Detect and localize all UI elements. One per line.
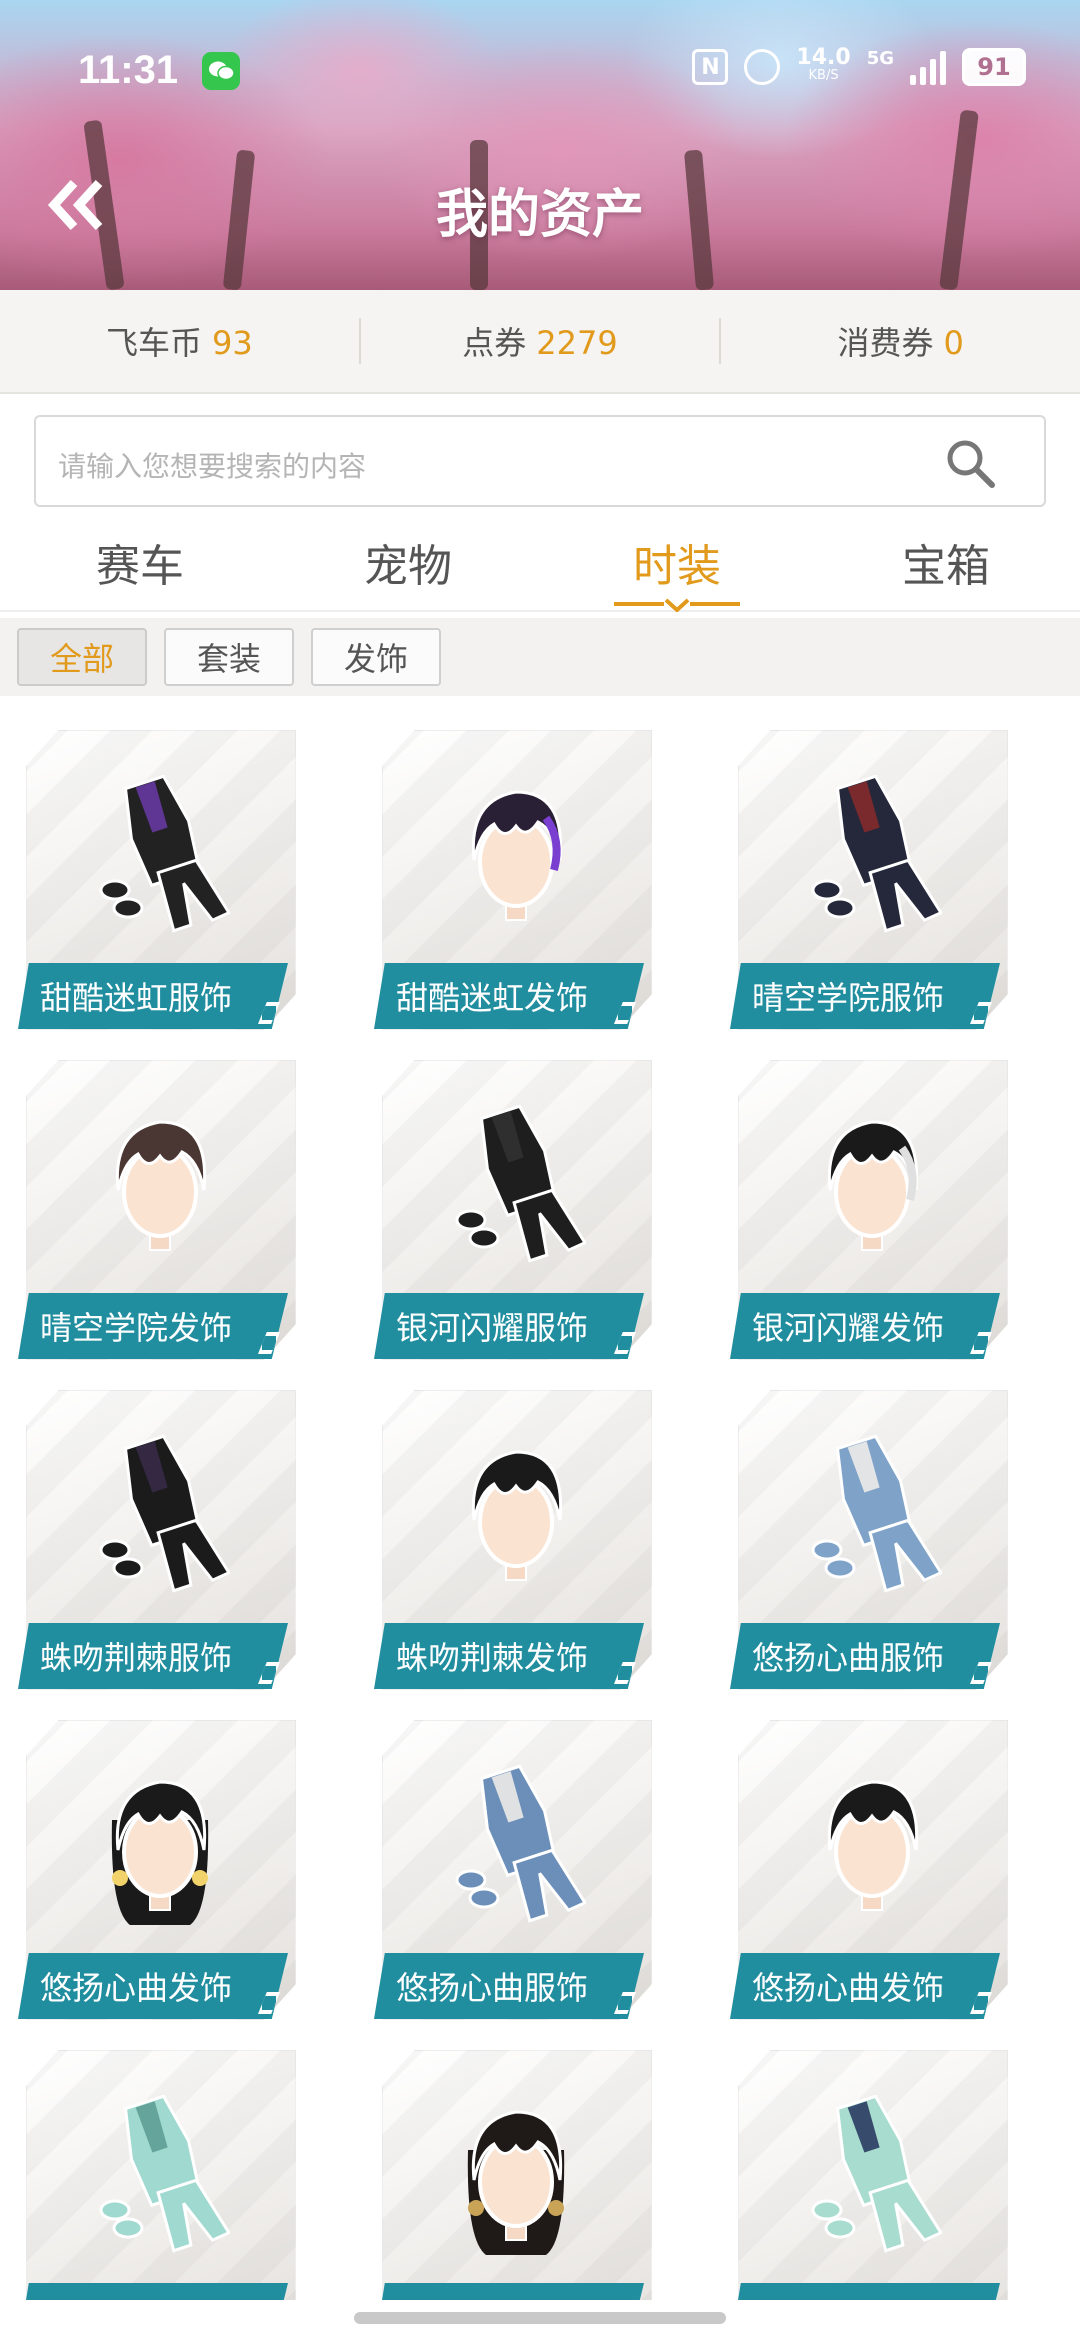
- item-card[interactable]: 蛛吻荆棘发饰: [356, 1380, 666, 1690]
- nfc-icon: N: [692, 49, 729, 85]
- hair-icon: [111, 1780, 209, 1925]
- item-card[interactable]: [712, 2040, 1022, 2300]
- category-tabs: 赛车 宠物 时装 宝箱: [0, 520, 1080, 612]
- page-title: 我的资产: [435, 185, 644, 245]
- tab-pets[interactable]: 宠物: [288, 530, 528, 594]
- currency-xiaofeiquan: 消费券 0: [837, 324, 964, 362]
- item-name: 蛛吻荆棘发饰: [374, 1623, 644, 1689]
- wechat-icon: [202, 52, 240, 90]
- hair-icon: [827, 1120, 919, 1251]
- hair-icon: [471, 1450, 563, 1581]
- currency-bar: 飞车币 93 点券 2279 消费券 0: [0, 290, 1080, 394]
- item-name: 悠扬心曲服饰: [374, 1953, 644, 2019]
- item-name: 蛛吻荆棘服饰: [18, 1623, 288, 1689]
- filter-all[interactable]: 全部: [17, 628, 147, 686]
- item-name: 银河闪耀发饰: [730, 1293, 1000, 1359]
- outfit-icon: [99, 2094, 230, 2253]
- network-speed: 14.0 KB/S: [796, 45, 851, 84]
- header-banner: 11:31 N 14.0 KB/S 5G 91 我的资产: [0, 0, 1080, 290]
- outfit-icon: [99, 774, 230, 933]
- item-card[interactable]: [356, 2040, 666, 2300]
- item-name: 晴空学院服饰: [730, 963, 1000, 1029]
- item-card[interactable]: 甜酷迷虹服饰: [0, 720, 310, 1030]
- item-grid: 甜酷迷虹服饰 甜酷迷虹发饰 晴空学院服饰晴空学院发饰 银河闪耀服饰 银河闪耀发饰蛛吻荆棘…: [0, 720, 1080, 2300]
- outfit-icon: [811, 2094, 942, 2253]
- item-card[interactable]: 银河闪耀发饰: [712, 1050, 1022, 1360]
- filter-hair[interactable]: 发饰: [311, 628, 441, 686]
- hair-icon: [471, 790, 563, 921]
- item-name: 悠扬心曲发饰: [730, 1953, 1000, 2019]
- outfit-icon: [455, 1104, 586, 1263]
- item-card[interactable]: 悠扬心曲服饰: [712, 1380, 1022, 1690]
- outfit-icon: [99, 1434, 230, 1593]
- alarm-icon: [744, 49, 781, 85]
- item-card[interactable]: 晴空学院服饰: [712, 720, 1022, 1030]
- item-name: 悠扬心曲服饰: [730, 1623, 1000, 1689]
- home-indicator[interactable]: [354, 2312, 726, 2324]
- item-card[interactable]: 悠扬心曲发饰: [0, 1710, 310, 2020]
- filter-bar: 全部 套装 发饰: [0, 618, 1080, 696]
- active-tab-indicator: [614, 598, 740, 612]
- tab-chests[interactable]: 宝箱: [826, 530, 1066, 594]
- tab-cars[interactable]: 赛车: [20, 530, 260, 594]
- item-card[interactable]: [0, 2040, 310, 2300]
- outfit-icon: [811, 774, 942, 933]
- search-placeholder: 请输入您想要搜索的内容: [58, 450, 367, 483]
- search-icon[interactable]: [944, 437, 996, 489]
- item-name: [730, 2283, 1000, 2300]
- item-name: [374, 2283, 644, 2300]
- hair-icon: [115, 1120, 207, 1251]
- status-bar: 11:31 N 14.0 KB/S 5G 91: [0, 40, 1080, 100]
- item-name: [18, 2283, 288, 2300]
- tab-fashion[interactable]: 时装: [557, 530, 797, 594]
- item-name: 晴空学院发饰: [18, 1293, 288, 1359]
- currency-feichebi: 飞车币 93: [105, 324, 253, 362]
- status-time: 11:31: [78, 48, 179, 92]
- item-name: 银河闪耀服饰: [374, 1293, 644, 1359]
- item-name: 甜酷迷虹服饰: [18, 963, 288, 1029]
- item-card[interactable]: 银河闪耀服饰: [356, 1050, 666, 1360]
- hair-icon: [827, 1780, 919, 1911]
- item-card[interactable]: 悠扬心曲发饰: [712, 1710, 1022, 2020]
- item-name: 甜酷迷虹发饰: [374, 963, 644, 1029]
- hair-icon: [467, 2110, 565, 2255]
- item-card[interactable]: 悠扬心曲服饰: [356, 1710, 666, 2020]
- battery-icon: 91: [962, 48, 1026, 86]
- outfit-icon: [455, 1764, 586, 1923]
- signal-icon: [910, 49, 946, 85]
- item-card[interactable]: 甜酷迷虹发饰: [356, 720, 666, 1030]
- outfit-icon: [811, 1434, 942, 1593]
- item-card[interactable]: 晴空学院发饰: [0, 1050, 310, 1360]
- item-card[interactable]: 蛛吻荆棘服饰: [0, 1380, 310, 1690]
- item-name: 悠扬心曲发饰: [18, 1953, 288, 2019]
- currency-dianquan: 点券 2279: [462, 324, 618, 362]
- network-type: 5G: [866, 48, 894, 69]
- search-input[interactable]: 请输入您想要搜索的内容: [34, 415, 1046, 507]
- filter-suit[interactable]: 套装: [164, 628, 294, 686]
